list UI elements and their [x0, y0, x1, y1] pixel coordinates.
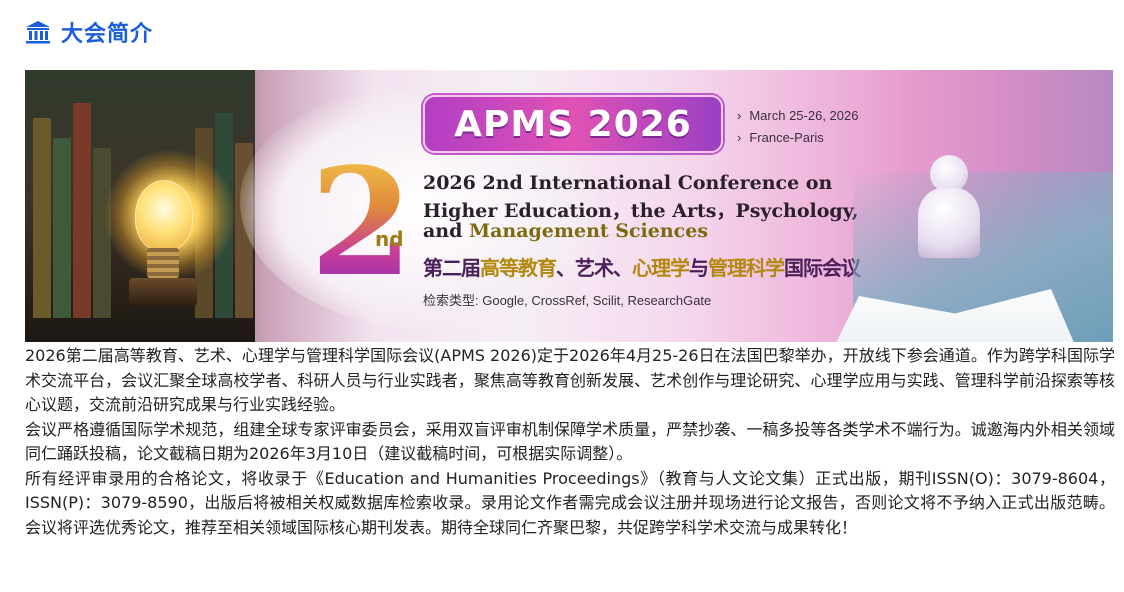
conference-title-line1: 2026 2nd International Conference on — [423, 172, 833, 194]
index-types: 检索类型: Google, CrossRef, Scilit, Research… — [423, 293, 712, 308]
conference-banner: 2 nd APMS 2026 › March 25-26, 2026 › Franc… — [25, 70, 1113, 342]
conference-introduction: 2026第二届高等教育、艺术、心理学与管理科学国际会议(APMS 2026)定于… — [25, 344, 1115, 540]
conference-location: › France-Paris — [737, 130, 824, 145]
intro-paragraph-3: 所有经评审录用的合格论文，将收录于《Education and Humaniti… — [25, 468, 1115, 537]
section-header: 大会简介 — [25, 14, 153, 50]
acronym-text: APMS 2026 — [454, 103, 692, 145]
museum-icon — [26, 21, 50, 44]
ordinal-suffix: nd — [375, 227, 404, 251]
conference-title-line2: Higher Education，the Arts，Psychology, — [423, 200, 859, 222]
acronym-badge: APMS 2026 — [423, 95, 723, 153]
intro-paragraph-2: 会议严格遵循国际学术规范，组建全球专家评审委员会，采用双盲评审机制保障学术质量，… — [25, 419, 1115, 464]
conference-date: › March 25-26, 2026 — [737, 108, 859, 123]
intro-paragraph-1: 2026第二届高等教育、艺术、心理学与管理科学国际会议(APMS 2026)定于… — [25, 346, 1115, 414]
bulb-base — [147, 248, 179, 278]
conference-chinese-name: 第二届高等教育、艺术、心理学与管理科学国际会议 — [423, 256, 861, 280]
light-bulb-icon — [135, 180, 193, 252]
conference-title-line3: and Management Sciences — [423, 220, 709, 242]
chevron-right-icon: › — [737, 108, 742, 123]
chevron-right-icon: › — [737, 130, 742, 145]
bulb-stand — [129, 278, 197, 306]
section-title: 大会简介 — [61, 22, 154, 47]
ordinal-number: 2 — [310, 135, 413, 309]
chess-pawn-body — [918, 188, 980, 258]
